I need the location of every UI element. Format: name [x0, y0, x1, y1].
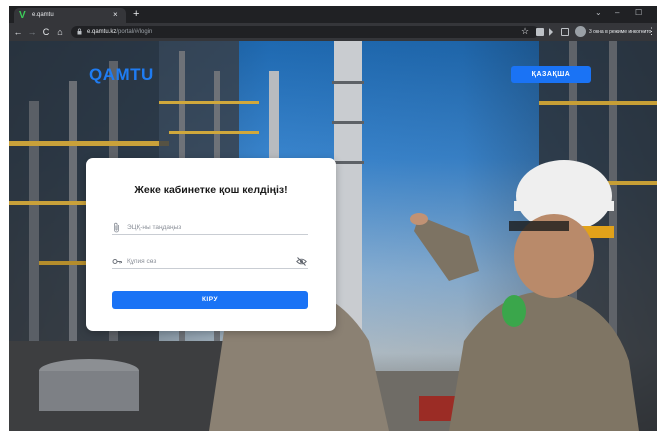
- login-page: QAMTU ҚАЗАҚША Жеке кабинетке қош келдіңі…: [9, 41, 657, 431]
- bookmark-star-icon[interactable]: ☆: [521, 26, 529, 36]
- login-title: Жеке кабинетке қош келдіңіз!: [134, 184, 288, 196]
- lock-icon: [77, 28, 82, 35]
- url-host: e.qamtu.kz: [87, 29, 117, 35]
- language-switch-button[interactable]: ҚАЗАҚША: [511, 66, 591, 83]
- extension-icon[interactable]: [536, 28, 544, 36]
- eds-field[interactable]: [112, 221, 308, 235]
- paperclip-icon: [114, 222, 119, 233]
- minimize-button[interactable]: –: [615, 8, 619, 18]
- puzzle-extensions-icon[interactable]: [549, 28, 553, 36]
- tab-search-chevron-icon[interactable]: ⌄: [595, 8, 602, 18]
- side-panel-icon[interactable]: [561, 28, 569, 36]
- back-button[interactable]: ←: [13, 27, 23, 37]
- url-text: e.qamtu.kz/portal/#/login: [87, 27, 152, 37]
- login-card: Жеке кабинетке қош келдіңіз! ЭЦҚ-ны таңд…: [86, 158, 336, 331]
- tab-close-icon[interactable]: ×: [113, 10, 118, 20]
- password-input[interactable]: [127, 256, 287, 267]
- incognito-avatar-icon[interactable]: [575, 26, 586, 37]
- browser-menu-icon[interactable]: ⋮: [647, 26, 656, 36]
- password-field[interactable]: [112, 255, 308, 269]
- maximize-button[interactable]: ☐: [635, 8, 642, 18]
- forward-button[interactable]: →: [27, 27, 37, 37]
- key-icon: [112, 259, 122, 264]
- eds-input[interactable]: [127, 222, 287, 233]
- eye-slash-icon[interactable]: [296, 256, 307, 267]
- qamtu-logo[interactable]: QAMTU: [89, 65, 154, 85]
- home-button[interactable]: ⌂: [55, 27, 65, 37]
- incognito-label[interactable]: 3 окна в режиме инкогнито: [589, 27, 651, 37]
- new-tab-button[interactable]: +: [133, 8, 139, 20]
- login-button[interactable]: КІРУ: [112, 291, 308, 309]
- tab-strip: V e.qamtu × + ⌄ – ☐: [9, 6, 657, 23]
- browser-window: V e.qamtu × + ⌄ – ☐ ← → C ⌂ e.qamtu.kz/p…: [9, 6, 657, 431]
- browser-tab[interactable]: V e.qamtu ×: [14, 8, 126, 23]
- url-path: /portal/#/login: [116, 29, 153, 35]
- tab-title: e.qamtu: [32, 12, 54, 18]
- address-bar[interactable]: e.qamtu.kz/portal/#/login: [71, 26, 539, 38]
- reload-button[interactable]: C: [41, 27, 51, 37]
- v-logo-icon: V: [19, 10, 26, 21]
- browser-toolbar: ← → C ⌂ e.qamtu.kz/portal/#/login ☆ 3 ок…: [9, 23, 657, 41]
